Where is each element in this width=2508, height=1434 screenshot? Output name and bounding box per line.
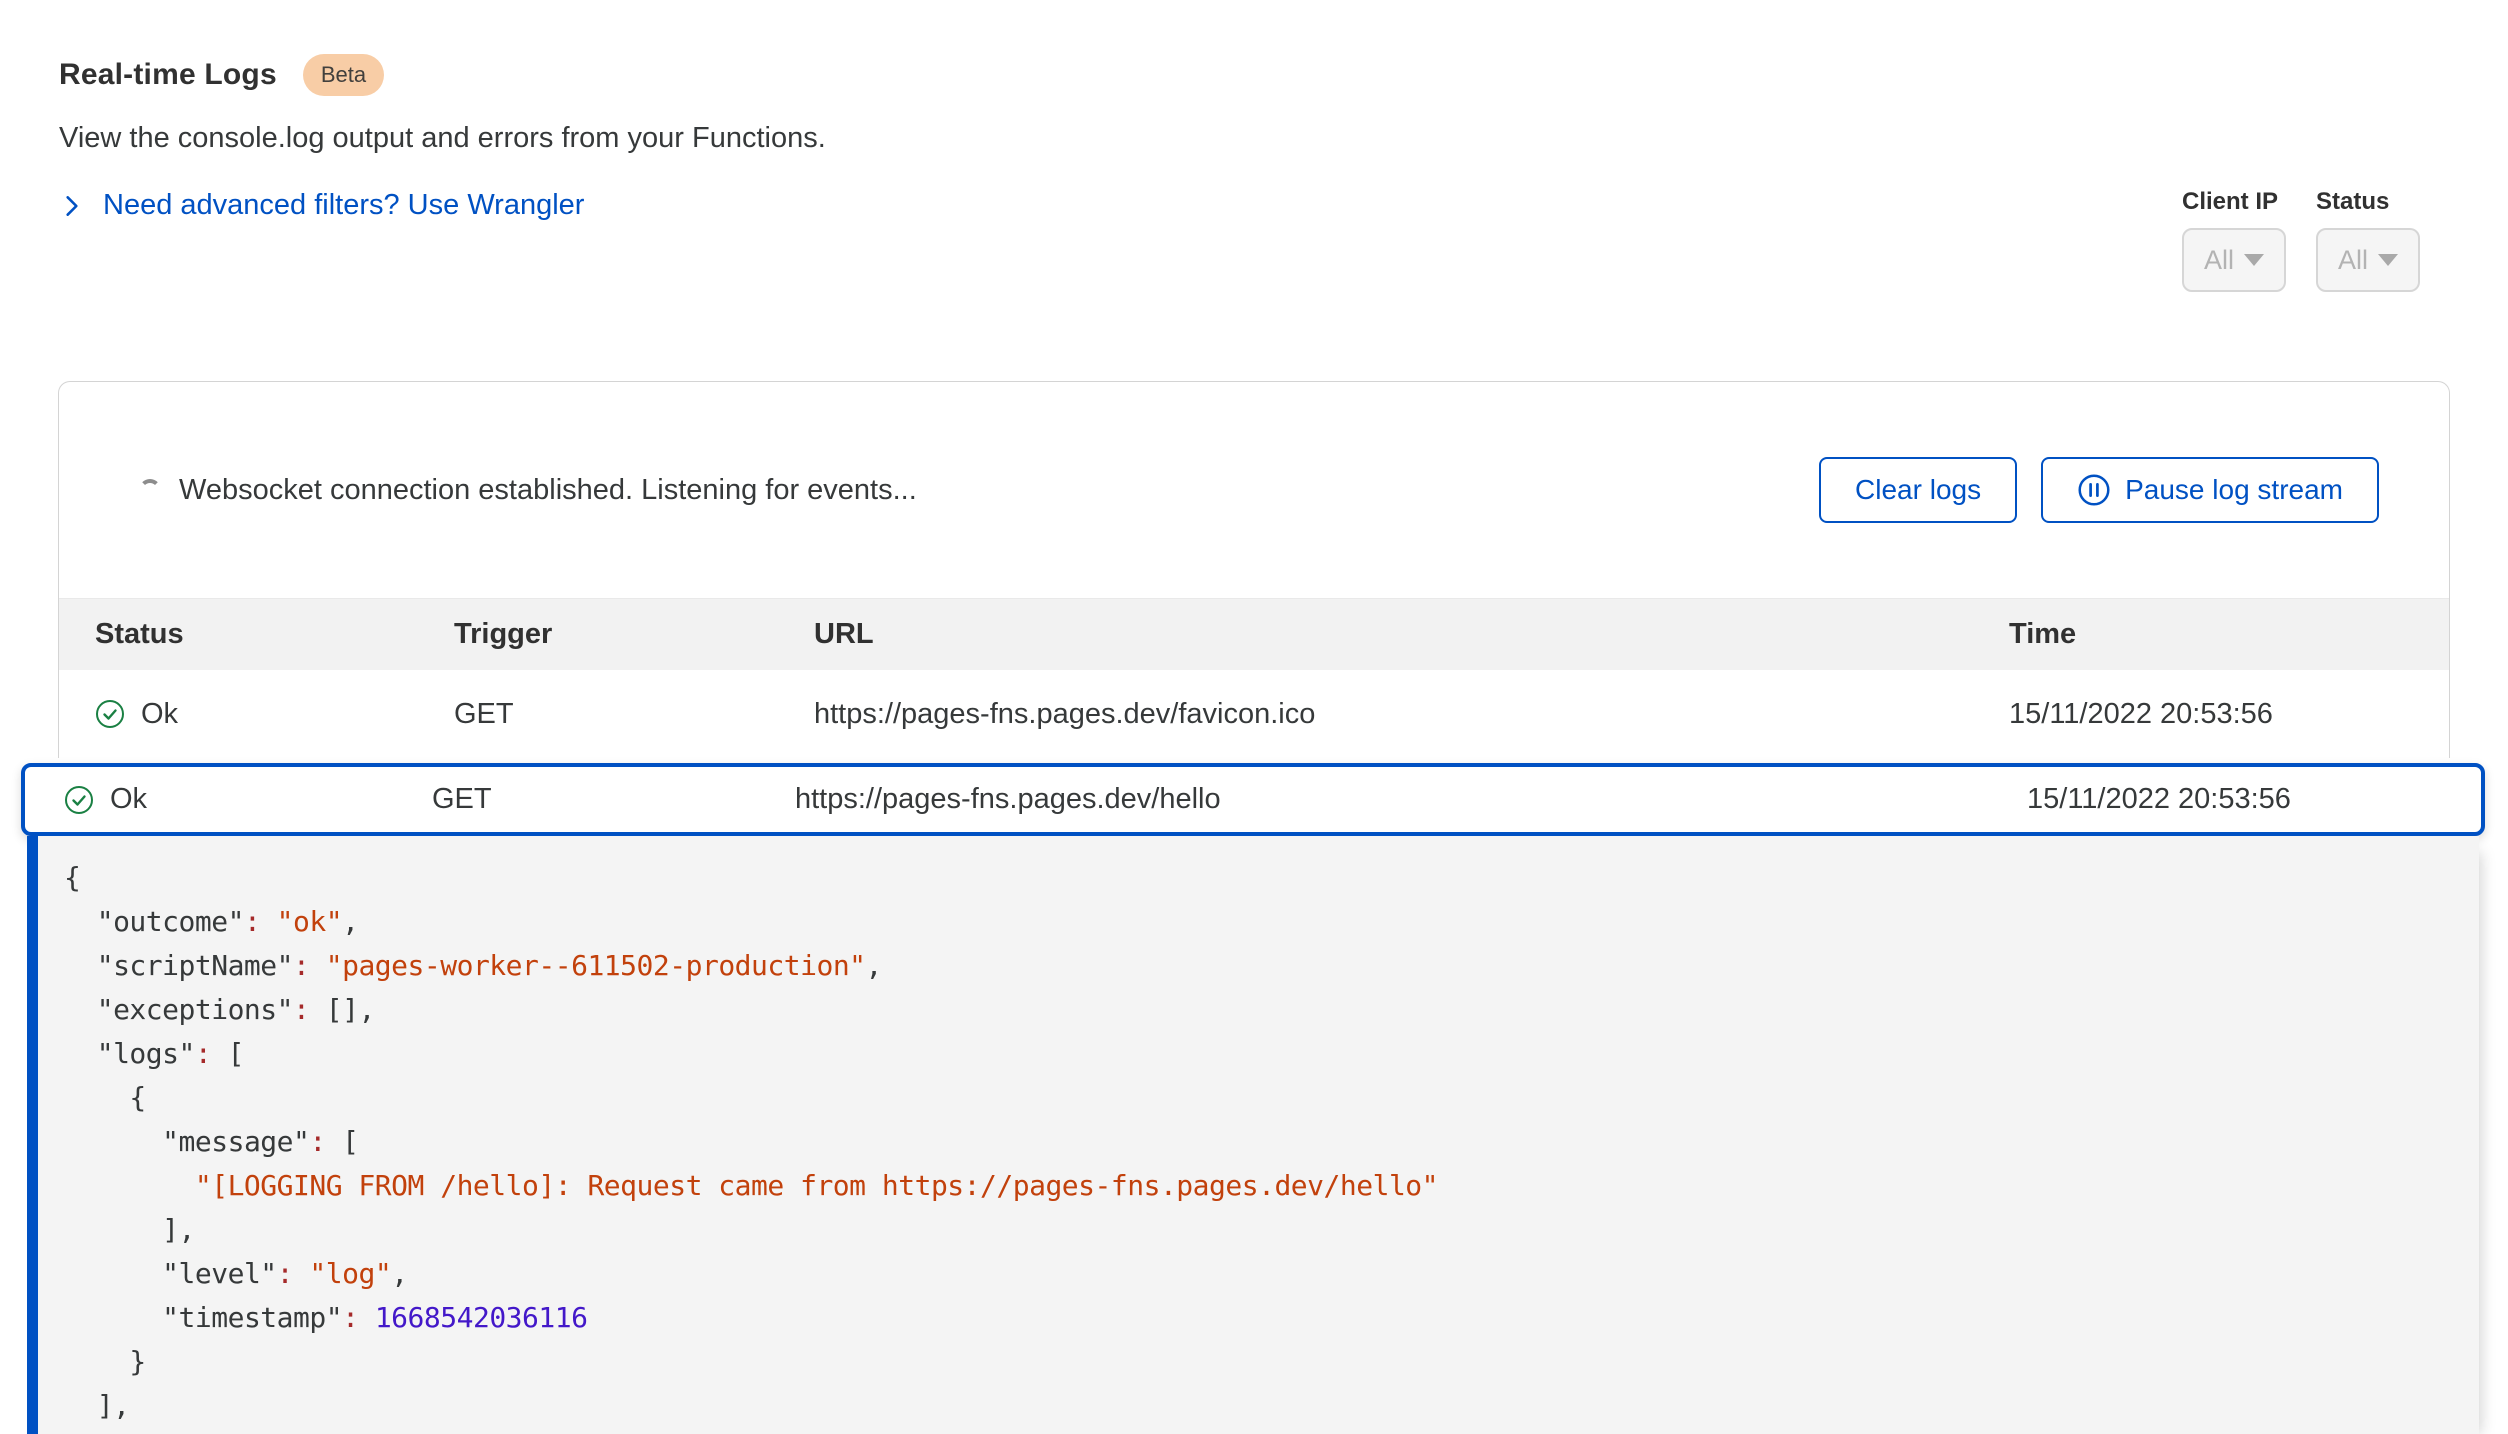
caret-down-icon — [2244, 254, 2264, 266]
row-url: https://pages-fns.pages.dev/favicon.ico — [814, 698, 2009, 731]
beta-badge: Beta — [303, 54, 384, 96]
wrangler-link-label: Need advanced filters? Use Wrangler — [103, 189, 584, 222]
column-header-status: Status — [95, 618, 454, 651]
stream-status-bar: Websocket connection established. Listen… — [59, 382, 2449, 598]
client-ip-filter-dropdown[interactable]: All — [2182, 228, 2286, 292]
row-url: https://pages-fns.pages.dev/hello — [795, 783, 2027, 816]
log-detail-panel: { "outcome": "ok", "scriptName": "pages-… — [27, 836, 2479, 1434]
row-trigger: GET — [454, 698, 814, 731]
row-time: 15/11/2022 20:53:56 — [2027, 783, 2481, 816]
row-time: 15/11/2022 20:53:56 — [2009, 698, 2449, 731]
log-json: { "outcome": "ok", "scriptName": "pages-… — [38, 836, 2479, 1428]
page-header: Real-time Logs Beta View the console.log… — [59, 54, 826, 222]
pause-log-stream-button[interactable]: Pause log stream — [2041, 457, 2379, 523]
table-row[interactable]: Ok GET https://pages-fns.pages.dev/favic… — [59, 670, 2449, 758]
column-header-time: Time — [2009, 618, 2449, 651]
status-filter-label: Status — [2316, 188, 2420, 216]
page-title: Real-time Logs — [59, 58, 277, 92]
clear-logs-label: Clear logs — [1855, 474, 1981, 506]
table-row-selected[interactable]: Ok GET https://pages-fns.pages.dev/hello… — [21, 763, 2485, 836]
client-ip-filter-label: Client IP — [2182, 188, 2286, 216]
client-ip-filter-value: All — [2204, 245, 2234, 276]
caret-down-icon — [2378, 254, 2398, 266]
pause-log-stream-label: Pause log stream — [2125, 474, 2343, 506]
table-header: Status Trigger URL Time — [59, 598, 2449, 670]
status-ok-icon — [95, 699, 125, 729]
spinner-icon — [139, 479, 161, 501]
status-filter-value: All — [2338, 245, 2368, 276]
column-header-url: URL — [814, 618, 2009, 651]
row-status: Ok — [141, 698, 178, 731]
page-subtitle: View the console.log output and errors f… — [59, 122, 826, 155]
row-status: Ok — [110, 783, 147, 816]
pause-icon — [2077, 473, 2111, 507]
chevron-right-icon — [59, 193, 85, 219]
logs-card: Websocket connection established. Listen… — [58, 381, 2450, 758]
row-trigger: GET — [432, 783, 795, 816]
wrangler-link[interactable]: Need advanced filters? Use Wrangler — [59, 189, 826, 222]
log-filters: Client IP All Status All — [2182, 188, 2420, 292]
column-header-trigger: Trigger — [454, 618, 814, 651]
clear-logs-button[interactable]: Clear logs — [1819, 457, 2017, 523]
expanded-log-entry: Ok GET https://pages-fns.pages.dev/hello… — [21, 763, 2485, 1434]
status-ok-icon — [64, 785, 94, 815]
status-filter-dropdown[interactable]: All — [2316, 228, 2420, 292]
stream-status-message: Websocket connection established. Listen… — [179, 474, 917, 507]
